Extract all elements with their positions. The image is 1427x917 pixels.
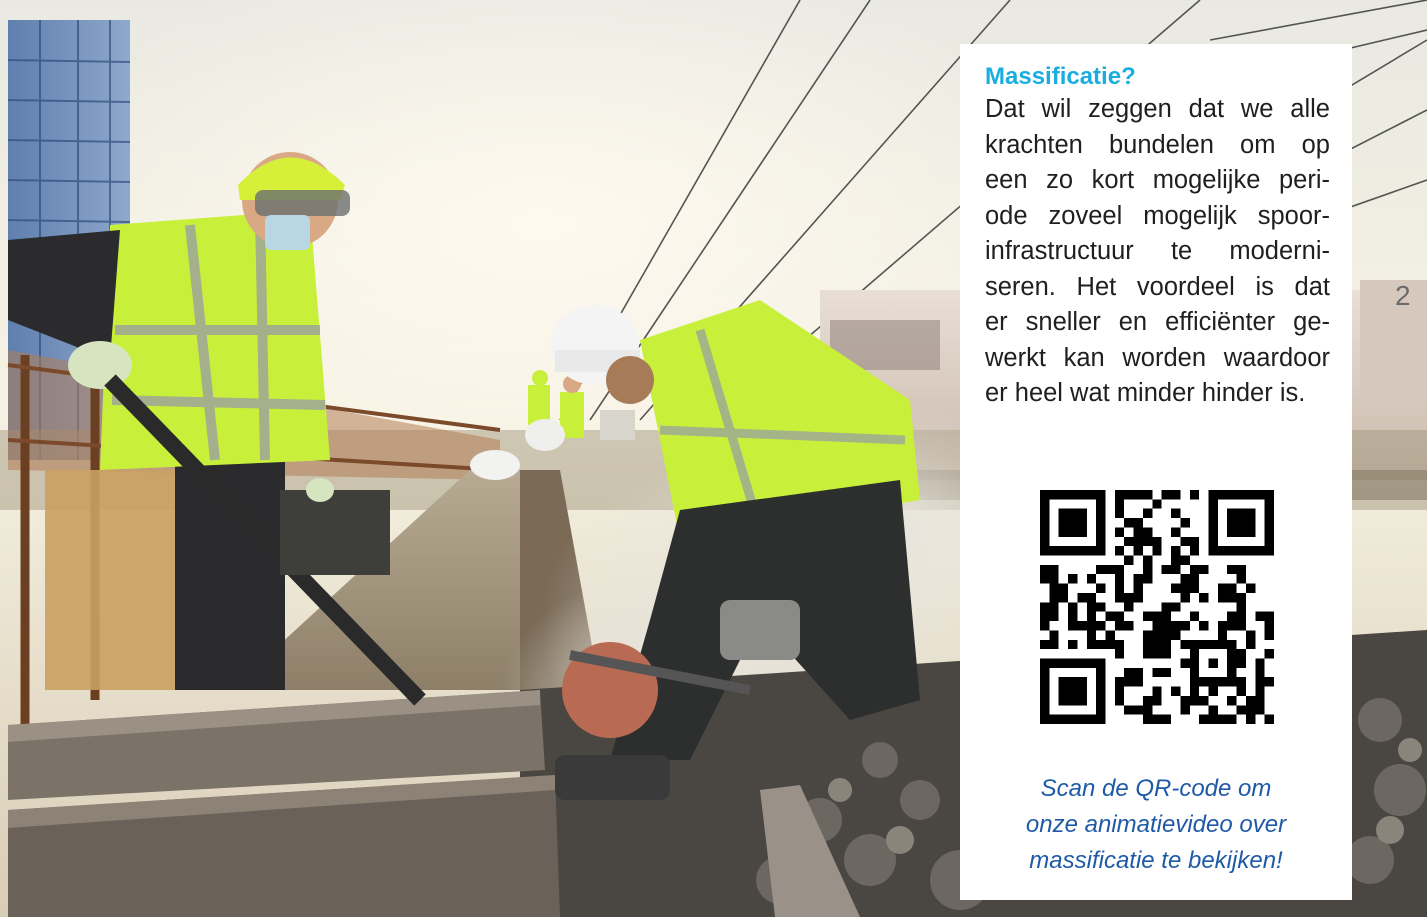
caption-line: massificatie te bekijken! xyxy=(1029,847,1283,874)
info-body: Dat wil zeggen dat we alle krachten bund… xyxy=(985,92,1330,412)
qr-code[interactable] xyxy=(1040,490,1274,724)
body-line: krachten bundelen om op xyxy=(985,130,1330,159)
qr-caption: Scan de QR-code om onze animatievideo ov… xyxy=(960,771,1352,879)
info-panel: Massificatie? Dat wil zeggen dat we alle… xyxy=(960,44,1352,900)
body-line: infrastructuur te moderni- xyxy=(985,237,1330,265)
info-title: Massificatie? xyxy=(985,63,1136,90)
svg-text:2: 2 xyxy=(1395,280,1411,311)
caption-line: Scan de QR-code om xyxy=(1040,775,1272,802)
page: 2 Massificatie? Dat wil zeggen dat we al… xyxy=(0,0,1427,917)
body-line: er sneller en efficiënter ge- xyxy=(985,308,1330,336)
body-line: ode zoveel mogelijk spoor- xyxy=(985,201,1330,230)
body-line: seren. Het voordeel is dat xyxy=(985,272,1330,301)
caption-line: onze animatievideo over xyxy=(1025,811,1287,838)
body-line: Dat wil zeggen dat we alle xyxy=(985,95,1330,123)
body-line: er heel wat minder hinder is. xyxy=(985,379,1306,407)
body-line: een zo kort mogelijke peri- xyxy=(985,166,1330,194)
body-line: werkt kan worden waardoor xyxy=(985,343,1330,372)
